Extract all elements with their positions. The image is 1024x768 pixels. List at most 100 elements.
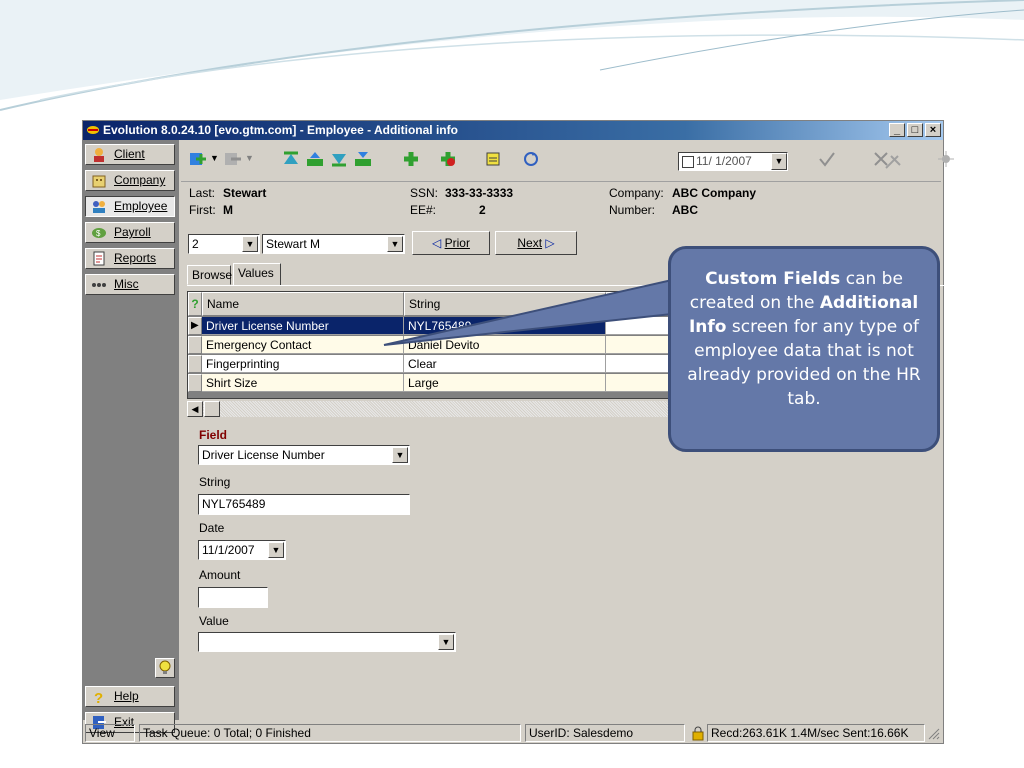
- prior-arrow-icon: ◁: [432, 236, 445, 250]
- help-button[interactable]: ? Help: [85, 686, 175, 707]
- chevron-down-icon[interactable]: ▼: [392, 447, 408, 463]
- column-header-string[interactable]: String: [404, 292, 606, 316]
- sidebar-item-payroll[interactable]: $ Payroll: [85, 222, 175, 243]
- ok-checkmark-icon[interactable]: [817, 150, 837, 168]
- title-bar: Evolution 8.0.24.10 [evo.gtm.com] - Empl…: [83, 121, 943, 140]
- field-select-value: Driver License Number: [202, 448, 325, 462]
- sidebar-item-company[interactable]: Company: [85, 170, 175, 191]
- last-record-icon[interactable]: [353, 150, 373, 168]
- help-label: Help: [114, 689, 139, 703]
- background-swoosh: [0, 0, 1024, 111]
- ee-number-value: 2: [479, 203, 486, 217]
- date-dropdown-icon[interactable]: ▼: [771, 153, 787, 170]
- column-header-name[interactable]: Name: [202, 292, 404, 316]
- prior-record-icon[interactable]: [305, 150, 325, 168]
- row-indicator: [188, 355, 202, 373]
- next-label: Next: [517, 236, 543, 250]
- evolution-logo-icon: [87, 126, 99, 134]
- first-name-value: M: [223, 203, 233, 217]
- field-heading: Field: [199, 428, 228, 442]
- reports-icon: [93, 251, 105, 266]
- row-indicator: [188, 374, 202, 392]
- minimize-button[interactable]: _: [889, 123, 905, 137]
- value-select[interactable]: ▼: [198, 632, 456, 652]
- amount-input[interactable]: [198, 587, 268, 608]
- cell-name[interactable]: Fingerprinting: [202, 355, 404, 373]
- tool-b-icon[interactable]: [883, 153, 903, 171]
- next-arrow-icon: ▷: [542, 236, 555, 250]
- prior-button[interactable]: ◁ Prior: [412, 231, 490, 255]
- scroll-left-icon[interactable]: ◀: [187, 401, 203, 417]
- next-button[interactable]: Next ▷: [495, 231, 577, 255]
- payroll-icon: $: [92, 228, 106, 238]
- add-record-icon[interactable]: [188, 150, 208, 168]
- chevron-down-icon[interactable]: ▼: [242, 236, 258, 252]
- status-bar: View Task Queue: 0 Total; 0 Finished Use…: [83, 723, 943, 743]
- chevron-down-icon[interactable]: ▼: [438, 634, 454, 650]
- chevron-down-icon[interactable]: ▼: [268, 542, 284, 558]
- cell-string[interactable]: Large: [404, 374, 606, 392]
- sidebar-item-label: Client: [114, 147, 145, 161]
- sidebar-item-misc[interactable]: Misc: [85, 274, 175, 295]
- company-icon: [92, 175, 106, 188]
- sidebar: Client Company Employee $ Payroll Report…: [83, 140, 179, 733]
- delete-icon[interactable]: [438, 150, 458, 168]
- cell-string[interactable]: NYL765489: [404, 317, 606, 335]
- ee-number-select-value: 2: [192, 237, 199, 251]
- ee-number-select[interactable]: 2 ▼: [188, 234, 260, 254]
- post-icon[interactable]: [401, 150, 421, 168]
- sidebar-item-employee[interactable]: Employee: [85, 196, 175, 217]
- insert-dropdown-icon[interactable]: ▼: [245, 153, 254, 163]
- sidebar-item-label: Misc: [114, 277, 139, 291]
- toolbar: ▼ ▼ 11/ 1/2007 ▼: [181, 141, 954, 182]
- date-checkbox[interactable]: [682, 156, 694, 168]
- sidebar-item-label: Payroll: [114, 225, 151, 239]
- tab-browse[interactable]: Browse: [187, 265, 232, 285]
- first-record-icon[interactable]: [281, 150, 301, 168]
- employee-icon: [93, 201, 105, 213]
- client-icon: [94, 148, 104, 162]
- maximize-button[interactable]: □: [907, 123, 923, 137]
- network-status: Recd:263.61K 1.4M/sec Sent:16.66K: [707, 724, 925, 742]
- tool-a-icon[interactable]: [936, 150, 956, 168]
- print-icon[interactable]: [484, 150, 504, 168]
- row-pointer-icon: ▶: [188, 317, 202, 335]
- scroll-thumb[interactable]: [204, 401, 220, 417]
- company-value: ABC Company: [672, 186, 757, 200]
- chevron-down-icon[interactable]: ▼: [387, 236, 403, 252]
- employee-name-select[interactable]: Stewart M ▼: [262, 234, 405, 254]
- lightbulb-icon: [159, 660, 171, 674]
- insert-record-icon[interactable]: [223, 150, 243, 168]
- next-record-icon[interactable]: [329, 150, 349, 168]
- cell-name[interactable]: Driver License Number: [202, 317, 404, 335]
- cell-string[interactable]: Clear: [404, 355, 606, 373]
- svg-text:?: ?: [94, 690, 103, 704]
- row-indicator: [188, 336, 202, 354]
- prior-label: Prior: [444, 236, 470, 250]
- last-name-value: Stewart: [223, 186, 267, 200]
- help-icon: ?: [94, 690, 103, 704]
- user-id-status: UserID: Salesdemo: [525, 724, 685, 742]
- sidebar-item-reports[interactable]: Reports: [85, 248, 175, 269]
- resize-grip-icon[interactable]: [927, 727, 940, 740]
- tip-button[interactable]: [155, 658, 175, 678]
- sidebar-item-client[interactable]: Client: [85, 144, 175, 165]
- tab-values[interactable]: Values: [233, 263, 281, 286]
- first-name-label: First:: [189, 203, 216, 217]
- cell-name[interactable]: Shirt Size: [202, 374, 404, 392]
- string-input[interactable]: NYL765489: [198, 494, 410, 515]
- field-select[interactable]: Driver License Number ▼: [198, 445, 410, 465]
- cell-string[interactable]: Daniel Devito: [404, 336, 606, 354]
- close-button[interactable]: ×: [925, 123, 941, 137]
- company-label: Company:: [609, 186, 664, 200]
- number-label: Number:: [609, 203, 656, 217]
- amount-label: Amount: [199, 568, 241, 582]
- add-dropdown-icon[interactable]: ▼: [210, 153, 219, 163]
- annotation-callout: Custom Fields can be created on the Addi…: [668, 246, 940, 452]
- view-status[interactable]: View: [85, 724, 135, 742]
- callout-bold-1: Custom Fields: [705, 269, 841, 289]
- svg-text:$: $: [96, 229, 101, 238]
- refresh-icon[interactable]: [521, 150, 541, 168]
- date-picker[interactable]: 11/1/2007 ▼: [198, 540, 286, 560]
- cell-name[interactable]: Emergency Contact: [202, 336, 404, 354]
